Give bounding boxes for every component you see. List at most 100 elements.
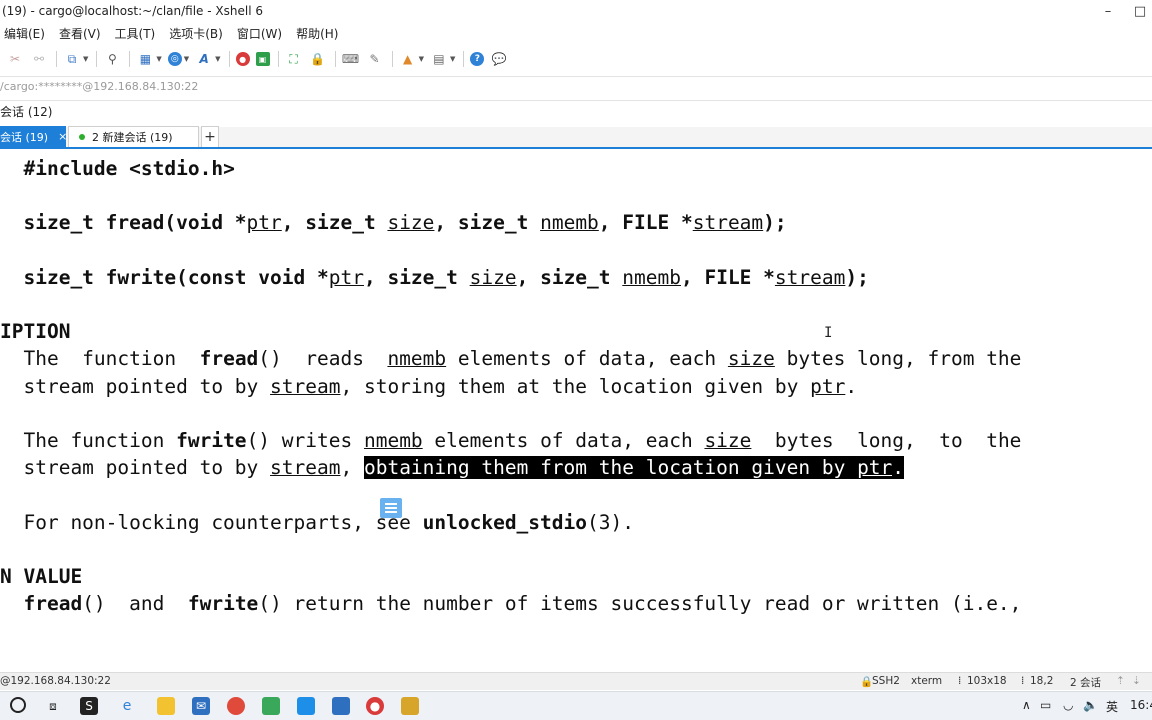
chrome-icon[interactable] (227, 697, 245, 715)
terminal-text: . (892, 456, 905, 480)
tab-new-session[interactable]: 2 新建会话 (19) (68, 126, 199, 147)
terminal-text: , storing them at the location given by (340, 374, 811, 398)
lock-icon[interactable]: 🔒 (309, 50, 327, 68)
terminal-text: ptr (328, 265, 364, 289)
menu-edit[interactable]: 编辑(E) (4, 25, 45, 42)
terminal-text: , size_t (281, 211, 388, 235)
close-icon[interactable]: × (58, 130, 67, 143)
font-icon[interactable]: A (195, 50, 213, 68)
terminal-text: fwrite (187, 592, 259, 616)
app-icon[interactable] (401, 697, 419, 715)
disconnect-icon[interactable]: ⚯ (30, 50, 48, 68)
chevron-down-icon[interactable]: ▼ (156, 55, 161, 63)
scroll-up-icon[interactable]: ⇡ (1116, 675, 1125, 687)
menu-window[interactable]: 窗口(W) (237, 25, 282, 42)
terminal-text: The function (0, 429, 177, 452)
pen-icon[interactable]: ✎ (366, 50, 384, 68)
terminal-text: () and (82, 592, 188, 616)
edge-icon[interactable]: e (118, 697, 136, 715)
document-icon[interactable] (380, 498, 402, 518)
terminal-text: stream (692, 211, 764, 235)
copy-icon[interactable]: ⧉ (63, 50, 81, 68)
address-bar[interactable]: /cargo:********@192.168.84.130:22 (0, 76, 1152, 96)
clock[interactable]: 16:4 (1130, 698, 1152, 712)
scroll-down-icon[interactable]: ⇣ (1132, 675, 1141, 687)
task-view-icon[interactable]: ⧈ (44, 697, 62, 715)
language-indicator[interactable]: 英 (1106, 698, 1118, 715)
terminal-line: size_t fwrite(const void *ptr, size_t si… (0, 264, 868, 291)
help-icon[interactable]: ? (470, 52, 485, 66)
chat-icon[interactable]: 💬 (490, 50, 508, 68)
add-tab-button[interactable]: + (201, 126, 219, 147)
volume-icon[interactable]: 🔈 (1083, 698, 1098, 712)
window-title: (19) - cargo@localhost:~/clan/file - Xsh… (2, 4, 263, 18)
app-icon[interactable]: S (80, 697, 98, 715)
terminal-line: #include <stdio.h> (0, 155, 234, 182)
fullscreen-icon[interactable]: ⛶ (285, 50, 303, 68)
terminal-line: fread() and fwrite() return the number o… (0, 590, 1021, 617)
cursor-pos-icon: ⁞ (1021, 675, 1025, 687)
search-icon[interactable]: ⚲ (103, 50, 121, 68)
terminal-text: nmemb (540, 211, 599, 235)
tab-label: 会话 (19) (0, 130, 49, 144)
session-count-label[interactable]: 会话 (12) (0, 103, 52, 120)
terminal-text: . (845, 374, 858, 398)
terminal-text: stream pointed to by (0, 456, 271, 480)
menu-help[interactable]: 帮助(H) (296, 25, 338, 42)
chevron-down-icon[interactable]: ▼ (215, 55, 220, 63)
chevron-down-icon[interactable]: ▼ (450, 55, 455, 63)
terminal-text: () writes (246, 429, 364, 452)
menu-tools[interactable]: 工具(T) (115, 25, 156, 42)
tray-expand-icon[interactable]: ∧ (1022, 698, 1031, 712)
menu-view[interactable]: 查看(V) (59, 25, 101, 42)
transfer-icon[interactable]: ▲ (399, 50, 417, 68)
terminal-text: bytes long, from the (774, 347, 1022, 371)
terminal-line: For non-locking counterparts, see unlock… (0, 509, 634, 536)
app-icon[interactable] (332, 697, 350, 715)
xshell-icon[interactable]: ● (366, 697, 384, 715)
tab-session-active[interactable]: 会话 (19) × (0, 126, 67, 147)
app-icon[interactable] (262, 697, 280, 715)
terminal-text: () return the number of items successful… (258, 592, 1022, 616)
terminal-text: ); (763, 211, 787, 235)
status-position: 18,2 (1030, 675, 1054, 687)
connect-icon[interactable]: ✂ (6, 50, 24, 68)
search-circle-icon[interactable] (10, 697, 26, 713)
status-size: 103x18 (967, 675, 1007, 687)
session-address[interactable]: /cargo:********@192.168.84.130:22 (0, 80, 198, 93)
terminal-output[interactable]: #include <stdio.h> size_t fread(void *pt… (0, 151, 1152, 670)
terminal-text: nmemb (622, 265, 681, 289)
app-icon[interactable] (297, 697, 315, 715)
status-term: xterm (911, 675, 943, 687)
terminal-text: obtaining them from the location given b… (363, 456, 858, 480)
menu-tabs[interactable]: 选项卡(B) (169, 25, 223, 42)
resize-icon: ⁞ (958, 675, 962, 687)
terminal-text: size_t fread(void * (23, 211, 247, 235)
layout-icon[interactable]: ▦ (136, 50, 154, 68)
toolbar-divider (277, 51, 279, 67)
terminal-text: ptr (246, 211, 282, 235)
wifi-icon[interactable]: ◡ (1063, 698, 1073, 712)
folder-icon[interactable] (157, 697, 175, 715)
window-layout-icon[interactable]: ▤ (430, 50, 448, 68)
network-icon[interactable]: ▭ (1040, 698, 1051, 712)
terminal-text: fwrite (176, 429, 247, 452)
taskbar: ⧈ S e ✉ ● ∧ ▭ ◡ 🔈 英 16:4 (0, 691, 1152, 720)
toolbar-divider (391, 51, 393, 67)
minimize-button[interactable]: – (1088, 0, 1128, 22)
globe-icon[interactable]: ◎ (167, 52, 182, 66)
mail-icon[interactable]: ✉ (192, 697, 210, 715)
xftp-icon[interactable]: ▣ (255, 52, 270, 66)
terminal-text: stream pointed to by (0, 374, 271, 398)
menu-bar: 编辑(E) 查看(V) 工具(T) 选项卡(B) 窗口(W) 帮助(H) (0, 23, 1152, 43)
chevron-down-icon[interactable]: ▼ (419, 55, 424, 63)
status-bar: @192.168.84.130:22 🔒 SSH2 xterm ⁞ 103x18… (0, 672, 1152, 690)
xshell-icon[interactable]: ● (235, 52, 250, 66)
keyboard-icon[interactable]: ⌨ (342, 50, 360, 68)
terminal-text: (3). (587, 510, 634, 534)
maximize-button[interactable]: □ (1128, 0, 1152, 22)
chevron-down-icon[interactable]: ▼ (83, 55, 88, 63)
toolbar-divider (228, 51, 230, 67)
chevron-down-icon[interactable]: ▼ (184, 55, 189, 63)
